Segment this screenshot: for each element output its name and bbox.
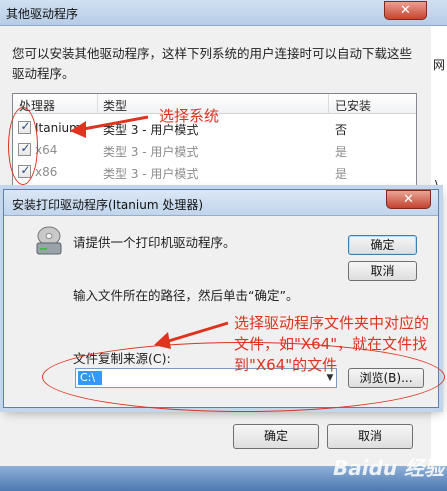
annotation-select-folder-line: 选择驱动程序文件夹中对应的 [234,314,430,332]
annotation-select-system: 选择系统 [159,107,220,125]
annotation-path-ellipse [42,342,445,412]
annotation-arrows [70,115,229,349]
